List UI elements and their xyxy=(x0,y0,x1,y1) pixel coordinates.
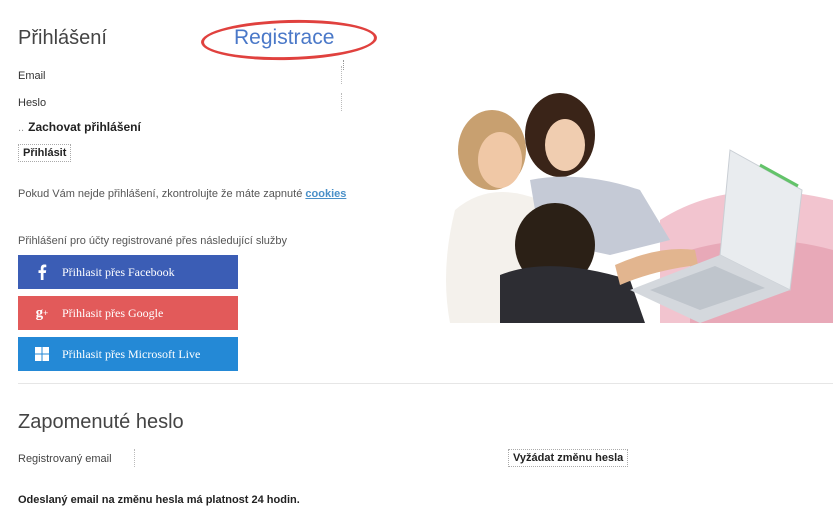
forgot-email-field[interactable] xyxy=(134,449,494,467)
microsoft-login-label: Přihlasit přes Microsoft Live xyxy=(62,346,201,361)
login-title: Přihlášení xyxy=(18,27,107,49)
remember-checkbox[interactable]: .. xyxy=(18,122,24,134)
facebook-icon xyxy=(28,264,56,280)
facebook-login-button[interactable]: Přihlasit přes Facebook xyxy=(18,255,238,289)
family-laptop-photo xyxy=(430,80,833,323)
cookies-hint-text: Pokud Vám nejde přihlášení, zkontrolujte… xyxy=(18,188,306,200)
email-label: Email xyxy=(18,70,46,82)
facebook-login-label: Přihlasit přes Facebook xyxy=(62,264,175,279)
cookies-hint: Pokud Vám nejde přihlášení, zkontrolujte… xyxy=(18,188,346,200)
google-plus-icon: g + xyxy=(35,304,49,321)
forgot-password-title: Zapomenuté heslo xyxy=(18,411,184,433)
windows-icon xyxy=(28,347,56,361)
request-password-reset-button[interactable]: Vyžádat změnu hesla xyxy=(508,449,629,467)
google-login-button[interactable]: g + Přihlasit přes Google xyxy=(18,296,238,330)
reset-validity-note: Odeslaný email na změnu hesla má platnos… xyxy=(18,494,300,506)
remember-label: Zachovat přihlášení xyxy=(28,120,141,134)
section-divider xyxy=(18,383,833,384)
register-link[interactable]: Registrace xyxy=(234,26,334,50)
microsoft-login-button[interactable]: Přihlasit přes Microsoft Live xyxy=(18,337,238,371)
email-field[interactable] xyxy=(60,66,342,84)
remember-row[interactable]: .. Zachovat přihlášení xyxy=(18,120,141,134)
password-field[interactable] xyxy=(60,93,342,111)
services-heading: Přihlášení pro účty registrované přes ná… xyxy=(18,235,288,247)
google-login-label: Přihlasit přes Google xyxy=(62,305,164,320)
login-button[interactable]: Přihlásit xyxy=(18,144,72,162)
cookies-link[interactable]: cookies xyxy=(305,188,346,200)
password-label: Heslo xyxy=(18,97,47,109)
field-resize-mark xyxy=(340,60,344,70)
forgot-email-label: Registrovaný email xyxy=(18,453,112,465)
